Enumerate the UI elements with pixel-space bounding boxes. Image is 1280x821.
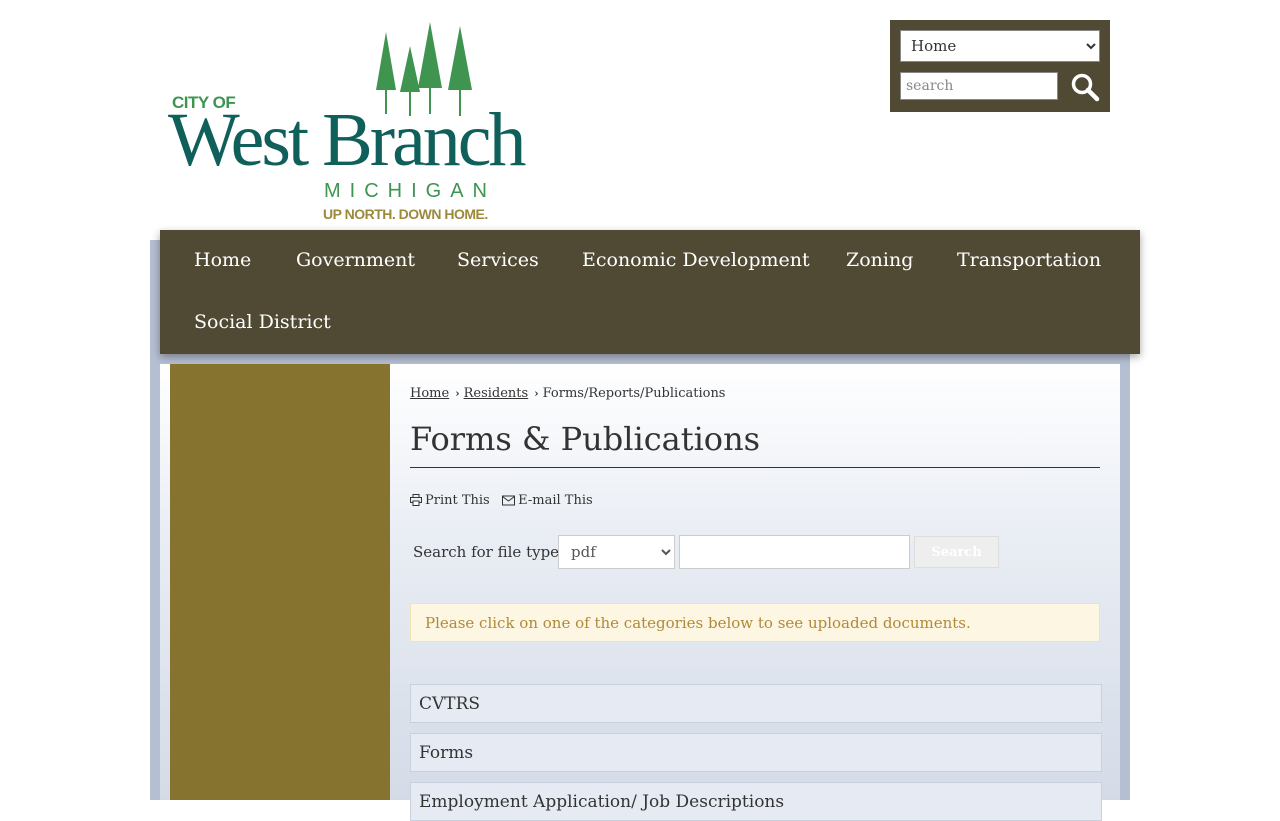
nav-item-zoning[interactable]: Zoning [846, 251, 913, 270]
site-section-select[interactable]: Home [900, 30, 1100, 62]
nav-item-social-district[interactable]: Social District [194, 313, 331, 332]
file-search-button[interactable]: Search [914, 536, 999, 568]
chevron-right-icon: › [455, 387, 460, 400]
breadcrumb-residents-link[interactable]: Residents [464, 386, 529, 401]
site-search-input[interactable] [900, 72, 1058, 100]
file-type-select[interactable]: pdf [558, 535, 675, 569]
breadcrumb-home-link[interactable]: Home [410, 386, 449, 401]
nav-item-services[interactable]: Services [457, 251, 539, 270]
print-this-link[interactable]: Print This [410, 493, 494, 508]
logo-state: MICHIGAN [324, 180, 496, 202]
logo-tagline: UP NORTH. DOWN HOME. [323, 206, 488, 222]
file-search-input[interactable] [679, 535, 910, 569]
print-this-label: Print This [425, 493, 490, 508]
breadcrumb-current: Forms/Reports/Publications [542, 386, 726, 401]
page-title: Forms & Publications [410, 421, 1100, 469]
site-logo[interactable]: CITY OF West Branch MICHIGAN UP NORTH. D… [168, 18, 527, 224]
nav-item-government[interactable]: Government [296, 251, 415, 270]
email-this-link[interactable]: E-mail This [502, 493, 593, 508]
main-navigation: Home Government Services Economic Develo… [160, 230, 1140, 354]
file-type-label: Search for file type: [413, 543, 565, 561]
category-item-employment[interactable]: Employment Application/ Job Descriptions [410, 782, 1102, 821]
chevron-right-icon: › [534, 387, 539, 400]
search-icon[interactable] [1070, 72, 1100, 102]
envelope-icon [502, 495, 516, 506]
site-search-box: Home [890, 20, 1110, 112]
nav-item-home[interactable]: Home [194, 251, 251, 270]
category-item-cvtrs[interactable]: CVTRS [410, 684, 1102, 723]
breadcrumb: Home › Residents › Forms/Reports/Publication… [410, 386, 725, 401]
left-sidebar [170, 364, 390, 800]
printer-icon [410, 494, 422, 506]
category-item-forms[interactable]: Forms [410, 733, 1102, 772]
category-notice: Please click on one of the categories be… [410, 603, 1100, 642]
email-this-label: E-mail This [518, 493, 593, 508]
logo-city-name: West Branch [168, 98, 527, 182]
nav-item-economic-development[interactable]: Economic Development [582, 251, 810, 270]
page-tools: Print This E-mail This [410, 493, 593, 508]
nav-item-transportation[interactable]: Transportation [957, 251, 1101, 270]
